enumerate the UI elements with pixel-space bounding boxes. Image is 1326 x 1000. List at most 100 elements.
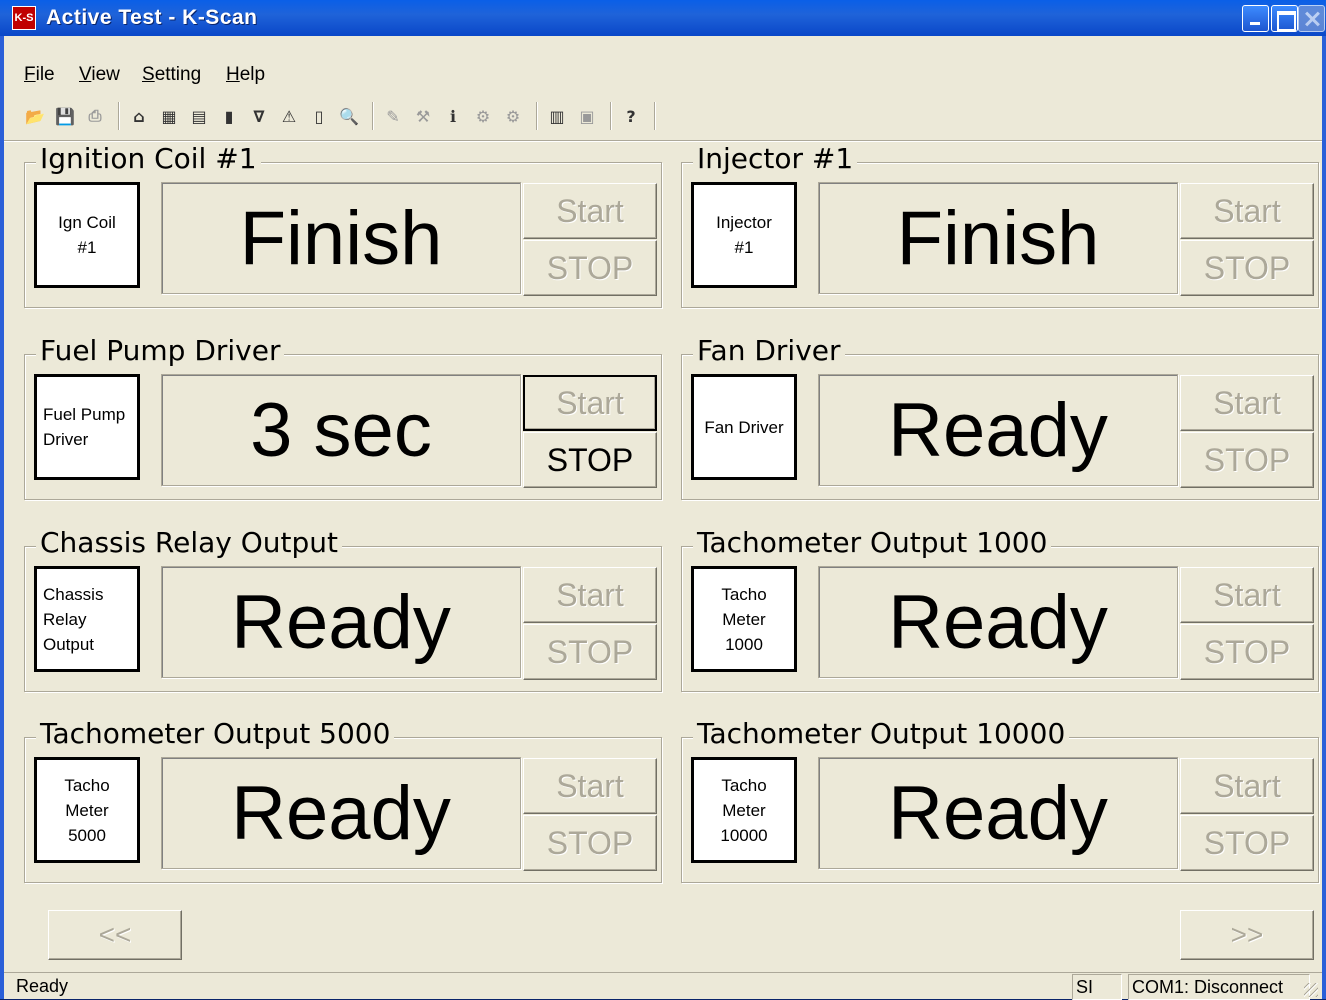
test-icon-label: #1 (734, 238, 754, 257)
test-icon-label: Ign Coil (58, 213, 116, 232)
tool3-icon[interactable]: ⚙ (500, 103, 526, 129)
start-button[interactable]: Start (1180, 567, 1314, 623)
test-icon-label: Tacho (721, 775, 767, 795)
menu-setting[interactable]: Setting (142, 64, 201, 86)
test-title: Tachometer Output 10000 (693, 717, 1070, 750)
menu-view[interactable]: View (79, 64, 120, 86)
previous-page-button[interactable]: << (48, 910, 182, 960)
stop-button[interactable]: STOP (1180, 624, 1314, 680)
bar-chart-icon[interactable]: ▮ (216, 103, 242, 129)
start-button[interactable]: Start (523, 375, 657, 431)
warning-icon[interactable]: ⚠ (276, 103, 302, 129)
test-icon: Fuel Pump Driver (34, 374, 140, 480)
test-icon-label: Chassis (43, 584, 104, 604)
test-icon-label: Meter (722, 609, 766, 629)
stop-button[interactable]: STOP (1180, 240, 1314, 296)
test-icon: Fan Driver (691, 374, 797, 480)
info-icon[interactable]: ℹ (440, 103, 466, 129)
window-icon[interactable]: ▣ (574, 103, 600, 129)
tool-icon[interactable]: ⚒ (410, 103, 436, 129)
test-icon: Tacho Meter 10000 (691, 757, 797, 863)
test-icon-label: Fan Driver (704, 417, 784, 437)
minimize-button[interactable] (1242, 5, 1269, 32)
test-status-display: Ready (161, 757, 521, 869)
test-icon-label: Output (43, 634, 95, 654)
test-icon: Chassis Relay Output (34, 566, 140, 672)
test-group: Fan Driver Fan Driver Ready Start STOP (681, 334, 1321, 502)
save-icon[interactable]: 💾 (52, 103, 78, 129)
stop-button[interactable]: STOP (523, 240, 657, 296)
stop-button[interactable]: STOP (523, 624, 657, 680)
test-group: Fuel Pump Driver Fuel Pump Driver 3 sec S… (24, 334, 664, 502)
test-status-display: Ready (818, 566, 1178, 678)
start-button[interactable]: Start (1180, 375, 1314, 431)
test-group: Tachometer Output 10000 Tacho Meter 10000 … (681, 717, 1321, 885)
test-title: Fan Driver (693, 334, 845, 367)
list-icon[interactable]: ▤ (186, 103, 212, 129)
test-icon-label: 10000 (720, 825, 768, 845)
resize-grip[interactable] (1304, 983, 1318, 997)
toolbar: 📂 💾 ⎙ ⌂ ▦ ▤ ▮ ∇ ⚠ ▯ 🔍 ✎ ⚒ ℹ ⚙ ⚙ ▥ ▣? (22, 97, 662, 135)
test-icon-label: Injector (716, 213, 772, 232)
test-status-display: Ready (161, 566, 521, 678)
test-icon-label: 5000 (68, 825, 106, 845)
menu-file[interactable]: File (24, 64, 55, 86)
test-icon-label: Meter (722, 800, 766, 820)
home-icon[interactable]: ⌂ (126, 103, 152, 129)
tool2-icon[interactable]: ⚙ (470, 103, 496, 129)
stop-button[interactable]: STOP (1180, 432, 1314, 488)
maximize-button[interactable] (1271, 5, 1298, 32)
test-title: Ignition Coil #1 (36, 142, 261, 175)
menu-bar: File View Setting Help (4, 36, 1322, 88)
test-icon-label: Driver (43, 430, 89, 449)
test-icon-label: Meter (65, 800, 109, 820)
open-folder-icon[interactable]: 📂 (22, 103, 48, 129)
test-icon-label: Fuel Pump (43, 405, 126, 424)
test-icon: Injector #1 (691, 182, 797, 288)
status-units: SI (1072, 974, 1122, 1000)
close-button[interactable] (1298, 5, 1325, 32)
app-logo-icon: K-S (12, 6, 36, 30)
filter-icon[interactable]: ∇ (246, 103, 272, 129)
test-status-display: Finish (818, 182, 1178, 294)
start-button[interactable]: Start (1180, 183, 1314, 239)
test-icon: Tacho Meter 1000 (691, 566, 797, 672)
stop-button[interactable]: STOP (1180, 815, 1314, 871)
stop-button[interactable]: STOP (523, 432, 657, 488)
test-status-display: 3 sec (161, 374, 521, 486)
wrench-icon[interactable]: ✎ (380, 103, 406, 129)
test-status-display: Finish (161, 182, 521, 294)
test-status-display: Ready (818, 757, 1178, 869)
test-title: Injector #1 (693, 142, 858, 175)
test-group: Injector #1 Injector #1 Finish Start STOP (681, 142, 1321, 310)
test-group: Tachometer Output 5000 Tacho Meter 5000 Re… (24, 717, 664, 885)
test-title: Tachometer Output 1000 (693, 526, 1052, 559)
document-icon[interactable]: ▯ (306, 103, 332, 129)
test-title: Chassis Relay Output (36, 526, 342, 559)
start-button[interactable]: Start (1180, 758, 1314, 814)
calculator-icon[interactable]: ▥ (544, 103, 570, 129)
grid-icon[interactable]: ▦ (156, 103, 182, 129)
status-message: Ready (16, 976, 69, 996)
app-window: K-S Active Test - K-Scan File View Setti… (0, 0, 1326, 1000)
test-group: Ignition Coil #1 Ign Coil #1 Finish Start… (24, 142, 664, 310)
status-bar: Ready SI COM1: Disconnect (4, 972, 1322, 1000)
menu-help[interactable]: Help (226, 64, 265, 86)
next-page-button[interactable]: >> (1180, 910, 1314, 960)
test-icon-label: #1 (77, 238, 97, 257)
preview-icon[interactable]: 🔍 (336, 103, 362, 129)
toolbar-separator (372, 102, 374, 130)
print-icon[interactable]: ⎙ (82, 103, 108, 129)
stop-button[interactable]: STOP (523, 815, 657, 871)
test-icon-label: Relay (43, 609, 87, 629)
status-connection: COM1: Disconnect (1128, 974, 1310, 1000)
test-group: Tachometer Output 1000 Tacho Meter 1000 Re… (681, 526, 1321, 694)
start-button[interactable]: Start (523, 183, 657, 239)
help-icon[interactable]: ? (618, 103, 644, 129)
test-title: Tachometer Output 5000 (36, 717, 395, 750)
test-group: Chassis Relay Output Chassis Relay Output … (24, 526, 664, 694)
title-bar[interactable]: K-S Active Test - K-Scan (0, 0, 1326, 36)
start-button[interactable]: Start (523, 758, 657, 814)
test-icon-label: 1000 (725, 634, 763, 654)
start-button[interactable]: Start (523, 567, 657, 623)
